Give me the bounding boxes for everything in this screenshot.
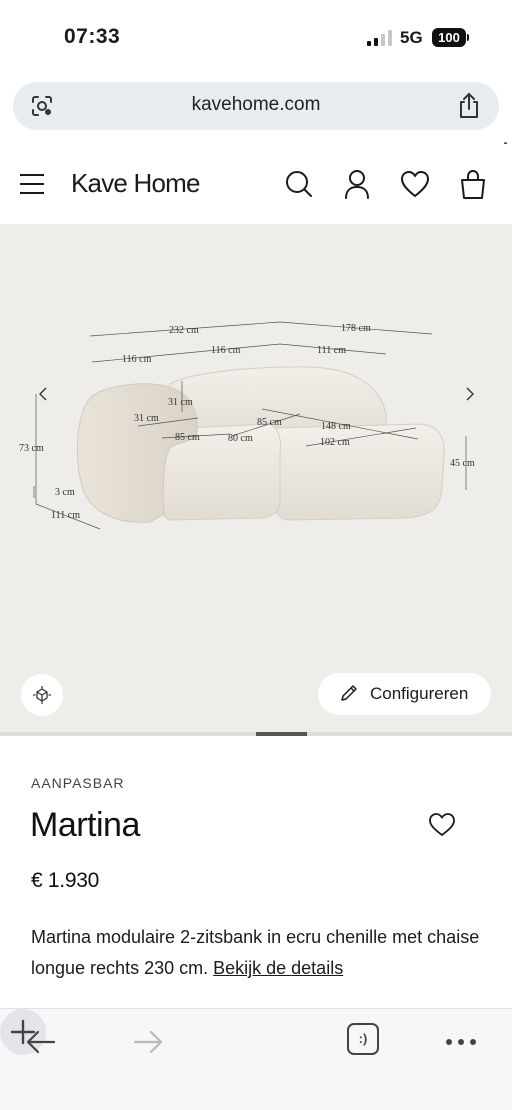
site-header: Kave Home xyxy=(0,144,512,224)
dim-seat-height: 45 cm xyxy=(450,458,475,469)
dim-total-width: 232 cm xyxy=(169,325,199,336)
wishlist-heart-icon[interactable] xyxy=(428,812,456,838)
new-tab-icon xyxy=(10,1019,36,1045)
dim-back-height: 31 cm xyxy=(168,397,193,408)
chevron-left-icon[interactable] xyxy=(36,386,50,402)
menu-icon[interactable] xyxy=(20,174,44,194)
gallery-progress xyxy=(0,732,512,736)
product-eyebrow: AANPASBAR xyxy=(31,775,125,791)
dim-mid-section: 116 cm xyxy=(211,345,241,356)
signal-icon xyxy=(367,30,393,46)
configure-label: Configureren xyxy=(370,684,469,703)
product-description: Martina modulaire 2-zitsbank in ecru che… xyxy=(31,922,481,984)
dim-seat-depth: 85 cm xyxy=(175,432,200,443)
dim-height: 73 cm xyxy=(19,443,44,454)
heart-icon[interactable] xyxy=(400,168,430,200)
details-link[interactable]: Bekijk de details xyxy=(213,958,343,978)
dim-left-section: 116 cm xyxy=(122,354,152,365)
network-type: 5G xyxy=(400,28,423,47)
dim-chaise-width: 102 cm xyxy=(320,437,350,448)
dim-chaise-depth-inner: 85 cm xyxy=(257,417,282,428)
share-icon[interactable] xyxy=(456,92,482,119)
dim-leg-height: 3 cm xyxy=(55,487,75,498)
configure-button[interactable]: Configureren xyxy=(318,673,491,715)
3d-view-button[interactable] xyxy=(21,674,63,716)
status-bar: 07:33 5G 100 xyxy=(0,0,512,70)
status-time: 07:33 xyxy=(64,25,121,48)
brand-logo[interactable]: Kave Home xyxy=(71,168,200,199)
dim-seat-width: 80 cm xyxy=(228,433,253,444)
tabs-icon[interactable]: :) xyxy=(347,1023,379,1055)
product-title: Martina xyxy=(30,806,140,844)
dim-arm-width: 31 cm xyxy=(134,413,159,424)
gallery-progress-thumb xyxy=(256,732,307,736)
dim-chaise-section: 111 cm xyxy=(317,345,346,356)
battery-icon: 100 xyxy=(432,28,466,47)
account-icon[interactable] xyxy=(342,168,372,200)
dim-chaise-length: 148 cm xyxy=(321,421,351,432)
url-text[interactable]: kavehome.com xyxy=(13,94,499,116)
pencil-icon xyxy=(341,685,357,701)
3d-view-icon xyxy=(33,686,51,704)
more-icon[interactable] xyxy=(438,1019,484,1065)
dim-chaise-total: 178 cm xyxy=(341,323,371,334)
address-bar[interactable]: kavehome.com xyxy=(13,82,499,130)
forward-icon[interactable] xyxy=(125,1019,171,1065)
product-price: € 1.930 xyxy=(31,869,99,892)
chevron-right-icon[interactable] xyxy=(463,386,477,402)
sofa-image xyxy=(33,321,467,530)
dim-depth: 111 cm xyxy=(51,510,80,521)
product-gallery[interactable]: 232 cm 178 cm 116 cm 116 cm 111 cm 31 cm… xyxy=(0,224,512,732)
browser-toolbar: :) xyxy=(0,1008,512,1110)
battery-tip xyxy=(467,34,469,41)
search-icon[interactable] xyxy=(284,168,314,200)
bag-icon[interactable] xyxy=(458,168,488,200)
